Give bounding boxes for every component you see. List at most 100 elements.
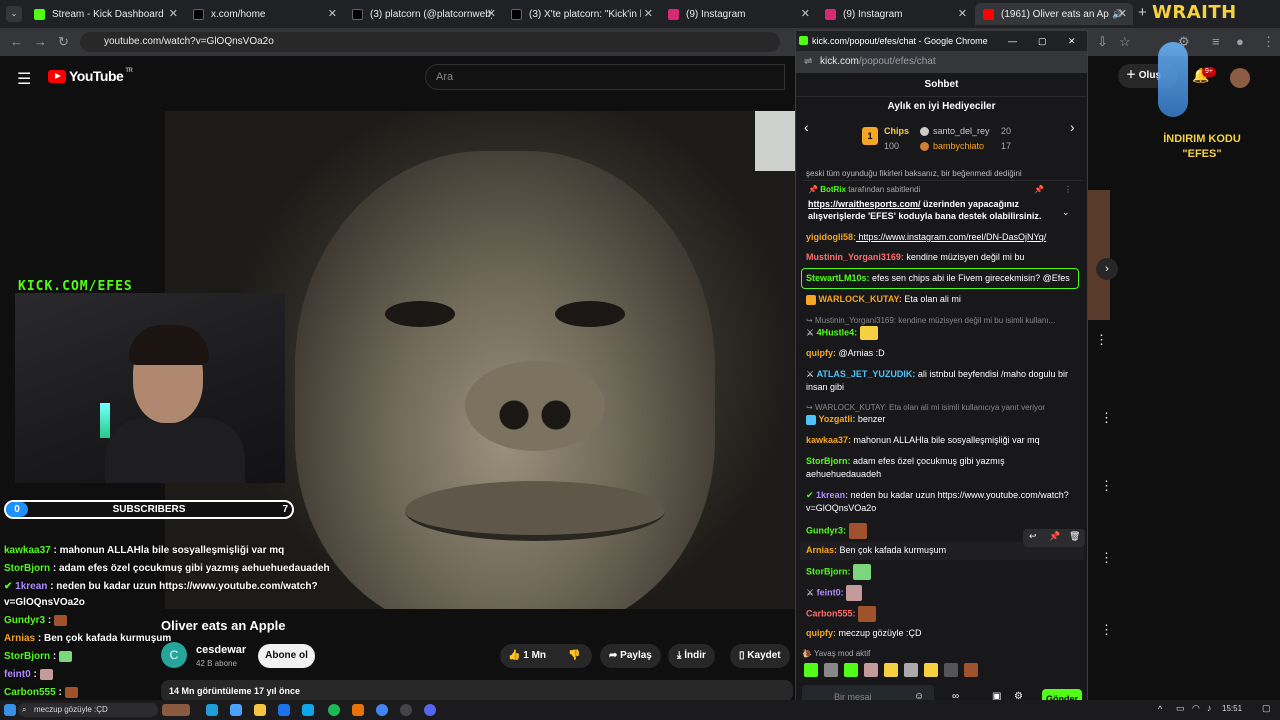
emote-icon <box>858 606 877 622</box>
maximize-icon[interactable]: ▢ <box>1038 31 1047 51</box>
close-icon[interactable]: ✕ <box>644 7 653 20</box>
close-icon[interactable]: ✕ <box>1118 7 1127 20</box>
chrome-icon[interactable] <box>376 704 388 716</box>
like-button[interactable]: 👍 1 Mn <box>508 644 546 668</box>
tab-instagram-2[interactable]: (9) Instagram ✕ <box>817 3 973 25</box>
emote-icon[interactable] <box>964 663 978 677</box>
close-icon[interactable]: ✕ <box>801 7 810 20</box>
obs-icon[interactable] <box>400 704 412 716</box>
taskbar-thumbnail[interactable] <box>162 704 190 716</box>
wifi-icon[interactable]: ◠ <box>1192 703 1200 714</box>
bookmark-star-icon[interactable]: ☆ <box>1119 34 1131 50</box>
emote-icon[interactable] <box>944 663 958 677</box>
sword-badge-icon: ⚔ <box>806 327 817 338</box>
download-button[interactable]: ⤓ İndir <box>668 644 715 668</box>
youtube-logo[interactable]: YouTube TR <box>48 68 133 84</box>
minimize-icon[interactable]: — <box>1008 31 1017 51</box>
chat-message: ⚔ feint0: <box>806 585 1076 601</box>
kick-url-overlay: KICK.COM/EFES <box>18 279 133 294</box>
close-icon[interactable]: ✕ <box>487 7 496 20</box>
message-actions: ↩ 📌 🗑 <box>1023 529 1085 547</box>
emote-icon <box>859 326 878 340</box>
file-explorer-icon[interactable] <box>254 704 266 716</box>
install-icon[interactable]: ⇩ <box>1097 34 1108 50</box>
chevron-right-icon[interactable]: › <box>1070 119 1075 135</box>
verified-icon: ✔ <box>806 490 817 500</box>
highlighted-chat-message: StewartLM10s: efes sen chips abi ile Fiv… <box>801 268 1079 289</box>
subscribe-button[interactable]: Abone ol <box>258 644 315 668</box>
save-button[interactable]: ▯ Kaydet <box>730 644 790 668</box>
sidebar-thumbnail[interactable] <box>1088 190 1110 320</box>
emote-icon[interactable] <box>884 663 898 677</box>
silver-medal-icon <box>920 127 929 136</box>
tab-youtube-active[interactable]: (1961) Oliver eats an Apple🔊✕ <box>975 3 1133 25</box>
search-input[interactable]: Ara <box>425 64 785 90</box>
pin-icon[interactable]: 📌 <box>1049 531 1060 542</box>
emote-icon[interactable] <box>844 663 858 677</box>
hamburger-menu-icon[interactable]: ☰ <box>17 69 31 89</box>
chevron-left-icon[interactable]: ‹ <box>804 119 809 135</box>
more-icon[interactable]: ⋮ <box>1100 622 1113 638</box>
emote-icon <box>853 564 872 580</box>
more-icon[interactable]: ⋮ <box>1095 332 1108 348</box>
close-icon[interactable]: ✕ <box>1068 31 1076 51</box>
chat-message: ⚔ ATLAS_JET_YUZUDIK: ali istnbul beyfend… <box>806 369 1069 392</box>
windows-start-icon[interactable] <box>4 704 16 716</box>
chevron-down-icon[interactable]: ⌄ <box>1062 207 1070 218</box>
reading-list-icon[interactable]: ≡ <box>1212 34 1220 49</box>
taskbar-search[interactable]: ⌕ meczup gözüyle :ÇD <box>18 703 158 717</box>
channel-avatar[interactable]: C <box>161 642 187 668</box>
tab-search-icon[interactable]: ⌄ <box>6 6 22 22</box>
notification-icon[interactable]: ▢ <box>1262 703 1271 714</box>
new-tab-icon[interactable]: + <box>1138 4 1147 21</box>
clock[interactable]: 15:51 <box>1222 704 1242 713</box>
menu-kebab-icon[interactable]: ⋮ <box>1262 34 1275 50</box>
app-icon[interactable] <box>230 704 242 716</box>
close-icon[interactable]: ✕ <box>328 7 337 20</box>
tab-x-home[interactable]: x.com/home ✕ <box>185 3 343 25</box>
volume-icon[interactable]: ♪ <box>1207 703 1212 713</box>
emote-icon[interactable] <box>804 663 818 677</box>
app-icon[interactable] <box>352 704 364 716</box>
emote-icon[interactable] <box>904 663 918 677</box>
dislike-icon[interactable]: 👎 <box>568 644 580 668</box>
emote-icon[interactable] <box>824 663 838 677</box>
app-icon[interactable] <box>302 704 314 716</box>
url-field[interactable]: youtube.com/watch?v=GlOQnsVOa2o <box>80 32 780 52</box>
close-icon[interactable]: ✕ <box>958 7 967 20</box>
more-icon[interactable]: ⋮ <box>1064 185 1072 194</box>
spotify-icon[interactable] <box>328 704 340 716</box>
tab-platcorn[interactable]: (3) platcorn (@platcornweb) / X✕ <box>344 3 502 25</box>
more-icon[interactable]: ⋮ <box>1100 410 1113 426</box>
tab-instagram-1[interactable]: (9) Instagram ✕ <box>660 3 816 25</box>
popup-url-bar[interactable]: ⇌ kick.com/popout/efes/chat <box>796 51 1087 73</box>
unpin-icon[interactable]: 📌 <box>1034 185 1044 194</box>
back-icon[interactable]: ← <box>10 34 23 49</box>
gifter-3-name: bambychiato <box>933 141 985 151</box>
tab-kick-dashboard[interactable]: Stream - Kick Dashboard ✕ <box>26 3 184 25</box>
avatar[interactable] <box>1230 68 1250 88</box>
reply-icon: ↪ <box>806 316 815 325</box>
reply-icon[interactable]: ↩ <box>1029 531 1037 542</box>
profile-icon[interactable]: ● <box>1236 34 1244 49</box>
pinned-link[interactable]: https://wraithesports.com/ <box>808 199 921 209</box>
network-icon[interactable]: ▭ <box>1176 703 1185 714</box>
emote-icon[interactable] <box>864 663 878 677</box>
more-icon[interactable]: ⋮ <box>1100 550 1113 566</box>
forward-icon[interactable]: → <box>34 34 47 49</box>
chevron-right-icon[interactable]: › <box>1096 258 1118 280</box>
discord-icon[interactable] <box>424 704 436 716</box>
tray-chevron-icon[interactable]: ^ <box>1158 704 1162 714</box>
tab-x-post[interactable]: (3) X'te platcorn: "Kick'in kuruc✕ <box>503 3 659 25</box>
share-button[interactable]: ➦ Paylaş <box>600 644 661 668</box>
sub-goal-label: SUBSCRIBERS <box>112 504 186 515</box>
emote-icon[interactable] <box>924 663 938 677</box>
channel-name[interactable]: cesdewar <box>196 644 246 656</box>
more-icon[interactable]: ⋮ <box>1100 478 1113 494</box>
close-icon[interactable]: ✕ <box>169 7 178 20</box>
site-info-icon[interactable]: ⇌ <box>804 51 812 73</box>
outlook-icon[interactable] <box>278 704 290 716</box>
delete-icon[interactable]: 🗑 <box>1069 531 1080 542</box>
reload-icon[interactable]: ↻ <box>58 34 69 50</box>
edge-icon[interactable] <box>206 704 218 716</box>
